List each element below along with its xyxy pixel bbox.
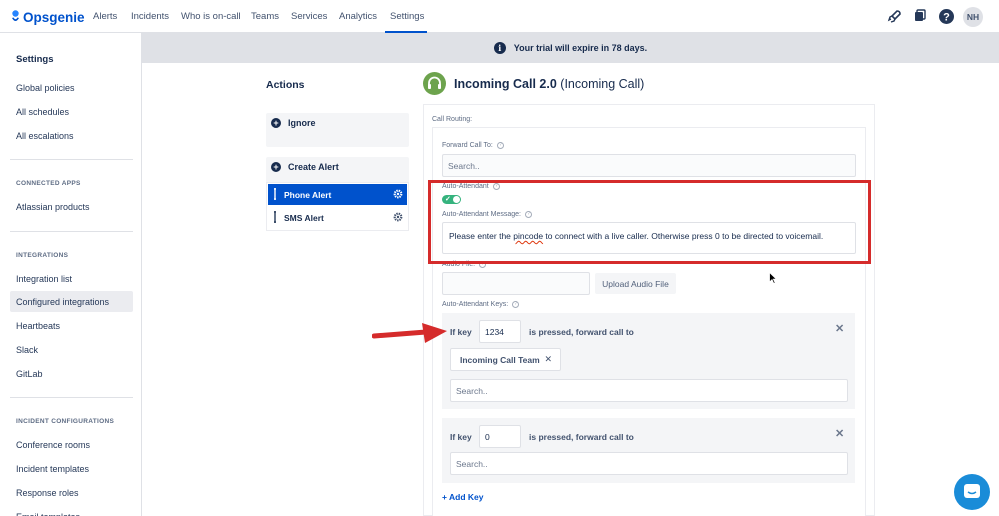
headset-icon: [428, 76, 441, 89]
incoming-call-logo: [423, 72, 446, 95]
alert-action-phone[interactable]: Phone Alert: [268, 184, 407, 205]
trial-banner: i Your trial will expire in 78 days.: [142, 33, 999, 63]
sidebar-item-conference-rooms[interactable]: Conference rooms: [10, 434, 133, 455]
notifications-icon[interactable]: [911, 8, 928, 25]
nav-incidents[interactable]: Incidents: [131, 11, 169, 22]
sidebar-title: Settings: [16, 54, 54, 65]
alert-action-label: SMS Alert: [284, 212, 324, 223]
nav-who-is-on-call[interactable]: Who is on-call: [181, 11, 241, 22]
pressed-label: is pressed, forward call to: [529, 432, 634, 442]
nav-teams[interactable]: Teams: [251, 11, 279, 22]
brand-name: Opsgenie: [23, 9, 85, 25]
ignore-label: Ignore: [288, 118, 316, 128]
nav-settings[interactable]: Settings: [390, 11, 424, 22]
forward-call-label: Forward Call To:?: [442, 142, 504, 149]
chat-button[interactable]: [954, 474, 990, 510]
annotation-arrow-icon: [372, 323, 447, 343]
mouse-cursor-icon: [769, 272, 777, 284]
sidebar-divider: [10, 159, 133, 160]
nav-alerts[interactable]: Alerts: [93, 11, 117, 22]
trial-banner-text: Your trial will expire in 78 days.: [513, 43, 648, 53]
chat-icon: [964, 484, 980, 498]
forward-call-label-text: Forward Call To:: [442, 142, 493, 149]
sidebar-item-all-escalations[interactable]: All escalations: [10, 125, 133, 146]
drag-handle-icon[interactable]: [274, 188, 276, 200]
actions-title: Actions: [266, 79, 305, 91]
sidebar-item-heartbeats[interactable]: Heartbeats: [10, 315, 133, 336]
sidebar-divider: [10, 397, 133, 398]
sidebar-item-integration-list[interactable]: Integration list: [10, 268, 133, 289]
opsgenie-logo-icon: [12, 10, 19, 21]
ignore-header[interactable]: + Ignore: [271, 118, 316, 128]
rocket-icon[interactable]: [886, 8, 903, 25]
sidebar-item-response-roles[interactable]: Response roles: [10, 482, 133, 503]
opsgenie-logo[interactable]: Opsgenie: [11, 8, 85, 26]
sidebar-item-configured-integrations[interactable]: Configured integrations: [10, 291, 133, 312]
key-2-input[interactable]: 0: [479, 425, 521, 448]
audio-file-input[interactable]: [442, 272, 590, 295]
top-navigation: Opsgenie Alerts Incidents Who is on-call…: [0, 0, 999, 33]
team-chip: Incoming Call Team ✕: [450, 348, 561, 371]
sidebar-item-atlassian-products[interactable]: Atlassian products: [10, 196, 133, 217]
highlight-box: [428, 180, 871, 264]
integration-name: Incoming Call 2.0: [454, 77, 557, 91]
auto-attendant-keys-label: Auto-Attendant Keys:?: [442, 301, 520, 308]
sidebar-heading-connected-apps: CONNECTED APPS: [16, 180, 81, 187]
key-1-input[interactable]: 1234: [479, 320, 521, 343]
info-icon: i: [493, 42, 506, 54]
if-key-label: If key: [450, 327, 472, 337]
help-icon[interactable]: ?: [938, 8, 955, 25]
key-2-search-input[interactable]: Search..: [450, 452, 848, 475]
integration-title: Incoming Call 2.0 (Incoming Call): [454, 77, 644, 91]
help-icon[interactable]: ?: [512, 301, 520, 308]
forward-call-search-input[interactable]: Search..: [442, 154, 856, 177]
sidebar-heading-integrations: INTEGRATIONS: [16, 252, 69, 259]
svg-text:?: ?: [943, 11, 950, 23]
key-1-search-input[interactable]: Search..: [450, 379, 848, 402]
if-key-label: If key: [450, 432, 472, 442]
remove-key-1-icon[interactable]: ✕: [835, 322, 844, 335]
sidebar-item-all-schedules[interactable]: All schedules: [10, 101, 133, 122]
auto-attendant-keys-label-text: Auto-Attendant Keys:: [442, 301, 509, 308]
drag-handle-icon[interactable]: [274, 211, 276, 223]
sidebar-item-global-policies[interactable]: Global policies: [10, 77, 133, 98]
sidebar-item-slack[interactable]: Slack: [10, 339, 133, 360]
gear-icon[interactable]: [393, 212, 403, 222]
sidebar-item-email-templates[interactable]: Email templates: [10, 506, 133, 516]
sidebar-item-gitlab[interactable]: GitLab: [10, 363, 133, 384]
help-icon[interactable]: ?: [496, 142, 504, 149]
gear-icon[interactable]: [393, 189, 403, 199]
add-icon: +: [271, 162, 281, 172]
sidebar-divider: [10, 231, 133, 232]
alert-action-sms[interactable]: SMS Alert: [268, 207, 407, 228]
nav-services[interactable]: Services: [291, 11, 327, 22]
nav-analytics[interactable]: Analytics: [339, 11, 377, 22]
remove-team-icon[interactable]: ✕: [544, 354, 552, 365]
sidebar-item-incident-templates[interactable]: Incident templates: [10, 458, 133, 479]
remove-key-2-icon[interactable]: ✕: [835, 427, 844, 440]
call-routing-label: Call Routing:: [432, 116, 473, 123]
integration-type: (Incoming Call): [560, 77, 645, 91]
create-alert-label: Create Alert: [288, 162, 339, 172]
pressed-label: is pressed, forward call to: [529, 327, 634, 337]
team-chip-label: Incoming Call Team: [460, 354, 540, 365]
upload-audio-file-button[interactable]: Upload Audio File: [595, 273, 676, 294]
add-icon: +: [271, 118, 281, 128]
alert-action-label: Phone Alert: [284, 189, 332, 200]
sidebar-heading-incident-configurations: INCIDENT CONFIGURATIONS: [16, 418, 115, 425]
add-key-button[interactable]: + Add Key: [442, 492, 484, 502]
user-avatar[interactable]: NH: [963, 7, 983, 27]
create-alert-header[interactable]: + Create Alert: [271, 162, 339, 172]
